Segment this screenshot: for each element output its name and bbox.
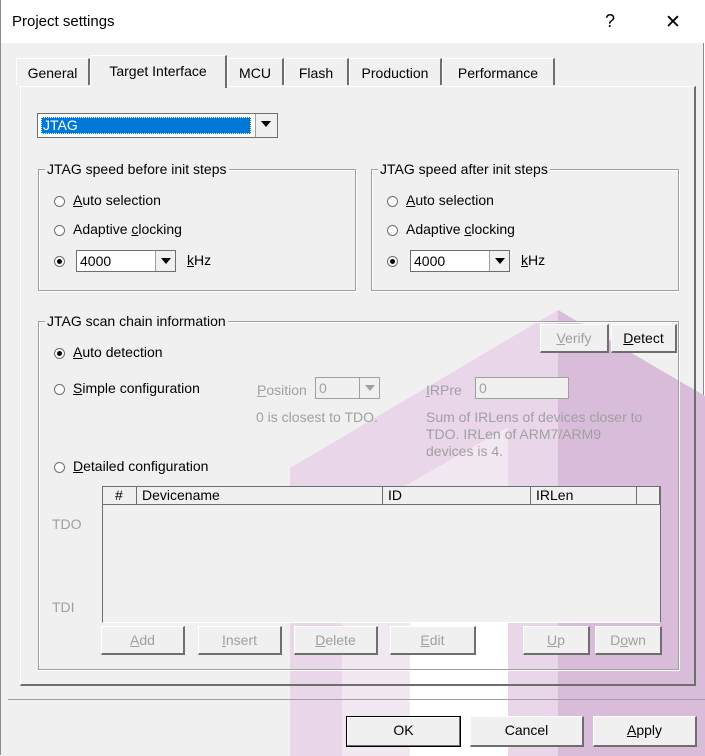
detailed-config-label[interactable]: Detailed configuration: [73, 458, 208, 474]
title-bar: Project settings ? ✕: [1, 0, 705, 43]
detailed-config-radio[interactable]: [54, 462, 65, 473]
speed-before-adaptive-label[interactable]: Adaptive clocking: [73, 221, 182, 237]
speed-after-adaptive-radio[interactable]: [387, 225, 398, 236]
position-value: 0: [319, 380, 327, 396]
speed-after-title: JTAG speed after init steps: [378, 161, 550, 177]
column-header-filler: [637, 487, 660, 505]
chevron-down-icon[interactable]: [489, 251, 509, 271]
help-button[interactable]: ?: [605, 11, 615, 32]
tab-production[interactable]: Production: [349, 58, 442, 85]
speed-before-auto-radio[interactable]: [54, 196, 65, 207]
position-select[interactable]: 0: [315, 377, 380, 399]
footer-separator: [8, 699, 705, 700]
speed-before-adaptive-radio[interactable]: [54, 225, 65, 236]
speed-after-value: 4000: [414, 253, 446, 269]
irpre-hint-line1: Sum of IRLens of devices closer to: [426, 409, 643, 425]
edit-button[interactable]: Edit: [390, 626, 476, 655]
speed-after-fixed-radio[interactable]: [387, 256, 398, 267]
interface-select[interactable]: JTAG: [37, 113, 278, 138]
simple-config-label[interactable]: Simple configuration: [73, 380, 200, 396]
down-button[interactable]: Down: [595, 626, 662, 655]
tab-mcu[interactable]: MCU: [227, 58, 284, 85]
simple-config-radio[interactable]: [54, 384, 65, 395]
speed-after-adaptive-label[interactable]: Adaptive clocking: [406, 221, 515, 237]
tdo-label: TDO: [52, 516, 82, 532]
speed-before-unit: kHz: [187, 252, 212, 268]
column-header-index[interactable]: #: [103, 487, 137, 505]
tab-target-interface[interactable]: Target Interface: [90, 55, 227, 88]
chevron-down-icon[interactable]: [155, 251, 175, 271]
scan-chain-title: JTAG scan chain information: [45, 313, 228, 329]
irpre-hint-line2: TDO. IRLen of ARM7/ARM9: [426, 426, 602, 442]
tab-general[interactable]: General: [16, 58, 90, 85]
speed-after-auto-radio[interactable]: [387, 196, 398, 207]
speed-before-select[interactable]: 4000: [76, 250, 176, 272]
apply-button[interactable]: Apply: [593, 716, 697, 747]
up-button[interactable]: Up: [523, 626, 590, 655]
speed-before-value: 4000: [80, 253, 112, 269]
tab-flash[interactable]: Flash: [284, 58, 349, 85]
speed-after-auto-label[interactable]: Auto selection: [406, 192, 494, 208]
chevron-down-icon[interactable]: [255, 114, 277, 137]
add-button[interactable]: Add: [101, 626, 185, 655]
irpre-hint-line3: devices is 4.: [426, 443, 504, 459]
column-header-irlen[interactable]: IRLen: [531, 487, 637, 505]
irpre-input[interactable]: 0: [475, 377, 569, 399]
close-button[interactable]: ✕: [665, 11, 681, 34]
speed-after-select[interactable]: 4000: [410, 250, 510, 272]
irpre-value: 0: [479, 380, 487, 396]
interface-select-value: JTAG: [43, 117, 78, 133]
cancel-button[interactable]: Cancel: [470, 716, 584, 747]
column-header-id[interactable]: ID: [383, 487, 531, 505]
auto-detection-label[interactable]: Auto detection: [73, 344, 163, 360]
window-title: Project settings: [12, 13, 115, 30]
speed-after-unit: kHz: [521, 252, 546, 268]
verify-button[interactable]: Verify: [540, 324, 609, 353]
auto-detection-radio[interactable]: [54, 348, 65, 359]
insert-button[interactable]: Insert: [198, 626, 282, 655]
tdi-label: TDI: [52, 599, 75, 615]
ok-button[interactable]: OK: [346, 716, 461, 747]
speed-before-auto-label[interactable]: Auto selection: [73, 192, 161, 208]
tab-performance[interactable]: Performance: [442, 58, 555, 85]
position-hint: 0 is closest to TDO.: [256, 409, 378, 425]
detect-button[interactable]: Detect: [611, 324, 677, 353]
column-header-devicename[interactable]: Devicename: [137, 487, 383, 505]
chevron-down-icon[interactable]: [359, 378, 379, 398]
irpre-label: IRPre: [426, 382, 462, 398]
device-table[interactable]: # Devicename ID IRLen: [102, 486, 661, 623]
delete-button[interactable]: Delete: [294, 626, 378, 655]
speed-before-fixed-radio[interactable]: [54, 256, 65, 267]
speed-before-title: JTAG speed before init steps: [45, 161, 229, 177]
position-label: Position: [257, 382, 307, 398]
